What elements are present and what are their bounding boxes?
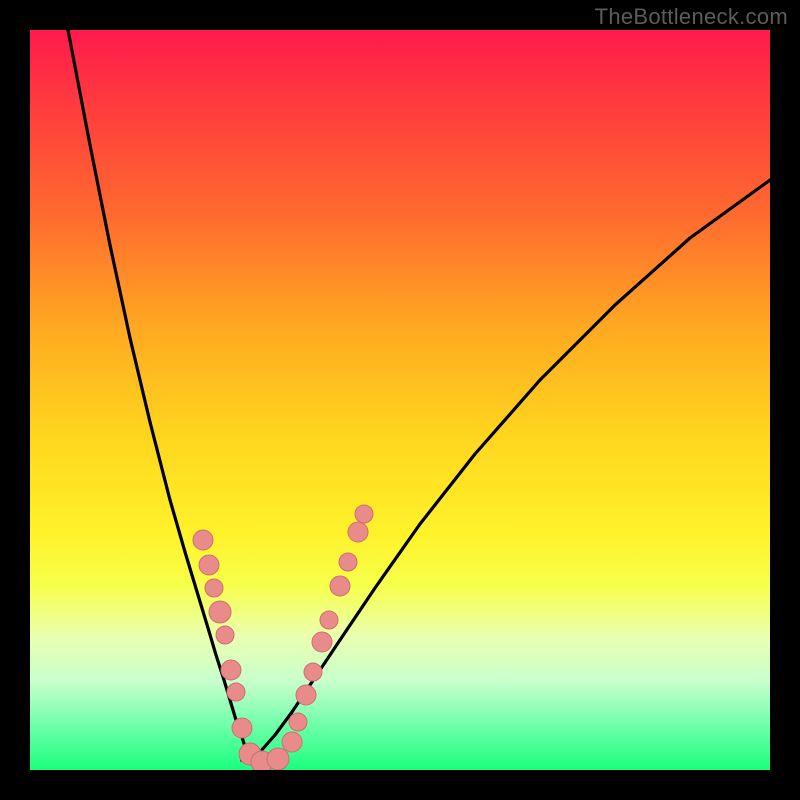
bead-marker: [330, 576, 350, 596]
bead-marker: [216, 626, 234, 644]
bead-marker: [304, 663, 322, 681]
bead-marker: [199, 555, 219, 575]
bead-marker: [296, 685, 316, 705]
curve-left-branch: [68, 30, 250, 760]
bead-marker: [232, 718, 252, 738]
bead-marker: [339, 553, 357, 571]
bead-marker: [348, 522, 368, 542]
bead-marker: [312, 632, 332, 652]
curve-right-branch: [250, 180, 770, 760]
curve-layer: [68, 30, 770, 764]
bead-marker: [227, 683, 245, 701]
watermark-text: TheBottleneck.com: [595, 4, 788, 30]
bead-marker: [193, 530, 213, 550]
bead-marker: [282, 732, 302, 752]
bead-marker: [289, 713, 307, 731]
chart-svg: [30, 30, 770, 770]
bead-marker: [320, 611, 338, 629]
gradient-plot-area: [30, 30, 770, 770]
bead-marker: [205, 579, 223, 597]
bead-layer: [193, 505, 373, 770]
bead-marker: [355, 505, 373, 523]
outer-frame: TheBottleneck.com: [0, 0, 800, 800]
bead-marker: [209, 601, 231, 623]
bead-marker: [267, 748, 289, 770]
bead-marker: [221, 660, 241, 680]
